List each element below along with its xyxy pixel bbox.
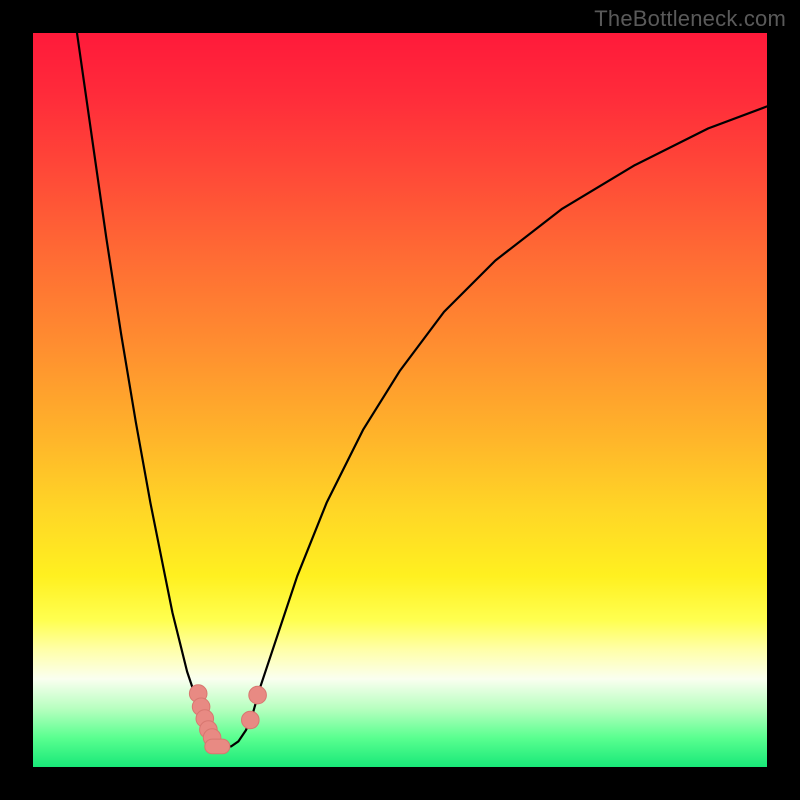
marker-bar [205, 739, 230, 754]
watermark-text: TheBottleneck.com [594, 6, 786, 32]
chart-svg [33, 33, 767, 767]
page-frame: TheBottleneck.com [0, 0, 800, 800]
marker-dot [249, 686, 267, 704]
plot-area [33, 33, 767, 767]
markers-group [189, 685, 266, 754]
marker-dot [242, 711, 260, 729]
bottleneck-curve [77, 33, 767, 746]
